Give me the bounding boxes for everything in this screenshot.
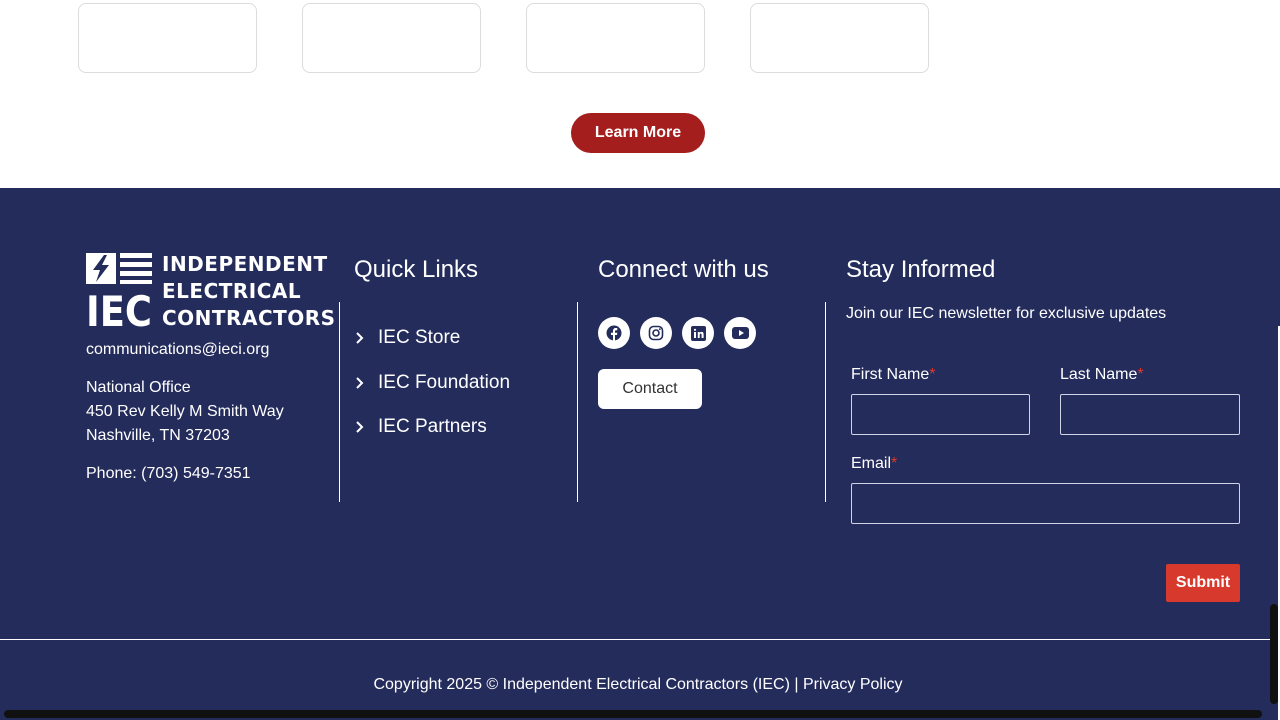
footer-divider	[0, 639, 1280, 640]
required-mark: *	[1137, 366, 1144, 383]
top-section: Learn More	[0, 0, 1280, 188]
card[interactable]	[302, 3, 481, 73]
quick-link-label: IEC Store	[378, 327, 461, 349]
email-link[interactable]: communications@ieci.org	[86, 338, 284, 362]
card[interactable]	[526, 3, 705, 73]
social-links	[598, 317, 756, 349]
column-divider	[577, 302, 578, 502]
copyright-bar: Copyright 2025 © Independent Electrical …	[0, 676, 1276, 694]
required-mark: *	[891, 455, 898, 472]
quick-link-iec-store[interactable]: IEC Store	[354, 316, 510, 361]
newsletter-description: Join our IEC newsletter for exclusive up…	[846, 305, 1167, 322]
first-name-label: First Name*	[851, 366, 935, 384]
email-label: Email*	[851, 455, 897, 473]
first-name-field[interactable]	[851, 394, 1030, 435]
office-label: National Office	[86, 379, 191, 396]
quick-link-iec-partners[interactable]: IEC Partners	[354, 405, 510, 450]
submit-button[interactable]: Submit	[1166, 564, 1240, 602]
logo-wordmark: INDEPENDENT ELECTRICAL CONTRACTORS	[162, 251, 336, 330]
site-footer: IEC INDEPENDENT ELECTRICAL CONTRACTORS c…	[0, 188, 1280, 720]
contact-info: communications@ieci.org National Office …	[86, 338, 284, 486]
quick-links-list: IEC Store IEC Foundation IEC Partners	[354, 316, 510, 450]
email-label-text: Email	[851, 455, 892, 472]
last-name-label: Last Name*	[1060, 366, 1144, 384]
newsletter-title: Stay Informed	[846, 256, 996, 283]
column-divider	[825, 302, 826, 502]
last-name-label-text: Last Name	[1060, 366, 1138, 383]
quick-link-label: IEC Foundation	[378, 371, 511, 393]
connect-title: Connect with us	[598, 256, 769, 283]
street-address: 450 Rev Kelly M Smith Way	[86, 403, 284, 420]
first-name-label-text: First Name	[851, 366, 930, 383]
column-divider	[339, 302, 340, 502]
quick-links-title: Quick Links	[354, 256, 479, 283]
horizontal-scrollbar[interactable]	[4, 710, 1262, 718]
copyright-text: Copyright 2025 © Independent Electrical …	[373, 676, 803, 693]
chevron-right-icon	[356, 377, 364, 389]
learn-more-button[interactable]: Learn More	[571, 113, 705, 153]
chevron-right-icon	[356, 332, 364, 344]
required-mark: *	[929, 366, 936, 383]
logo-mark: IEC	[86, 253, 152, 336]
chevron-right-icon	[356, 421, 364, 433]
instagram-icon[interactable]	[640, 317, 672, 349]
email-field[interactable]	[851, 483, 1240, 524]
city-address: Nashville, TN 37203	[86, 427, 230, 444]
logo-line: INDEPENDENT	[162, 252, 328, 276]
privacy-policy-link[interactable]: Privacy Policy	[803, 676, 903, 693]
facebook-icon[interactable]	[598, 317, 630, 349]
logo-line: CONTRACTORS	[162, 306, 336, 330]
card[interactable]	[750, 3, 929, 73]
contact-button[interactable]: Contact	[598, 369, 702, 409]
youtube-icon[interactable]	[724, 317, 756, 349]
quick-link-iec-foundation[interactable]: IEC Foundation	[354, 361, 510, 406]
quick-link-label: IEC Partners	[378, 416, 487, 438]
vertical-scrollbar[interactable]	[1270, 604, 1278, 704]
iec-logo[interactable]: IEC INDEPENDENT ELECTRICAL CONTRACTORS	[86, 252, 335, 336]
linkedin-icon[interactable]	[682, 317, 714, 349]
card[interactable]	[78, 3, 257, 73]
logo-line: ELECTRICAL	[162, 279, 302, 303]
phone-number: Phone: (703) 549-7351	[86, 465, 251, 482]
logo-mark-text: IEC	[86, 287, 152, 327]
last-name-field[interactable]	[1060, 394, 1240, 435]
